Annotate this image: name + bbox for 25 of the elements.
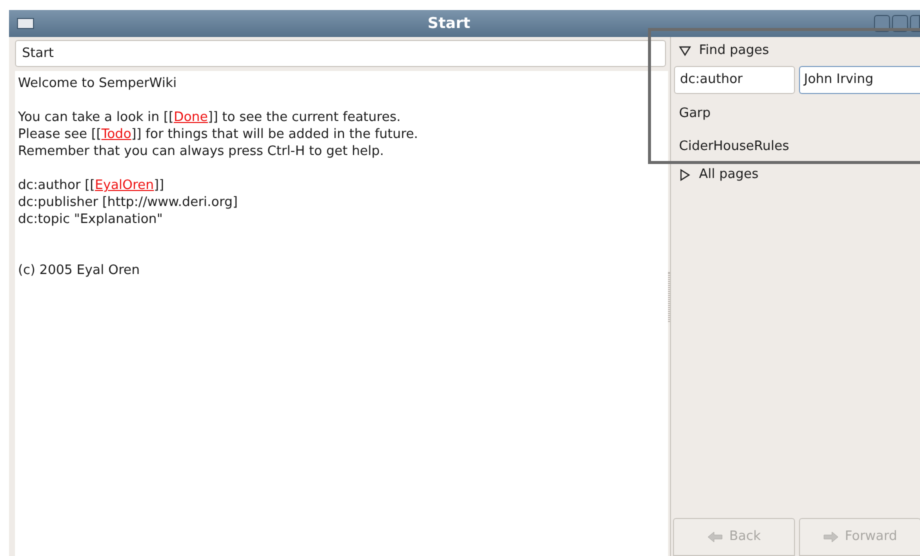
content-line: You can take a look in [[Done]] to see the current features.: [18, 109, 402, 125]
value-input[interactable]: John Irving: [799, 66, 920, 94]
page-editor[interactable]: [15, 71, 668, 556]
left-arrow-icon: [707, 531, 724, 543]
triangle-down-icon: [679, 45, 691, 57]
content-line: dc:publisher [http://www.deri.org]: [18, 194, 239, 210]
content-line: Please see [[Todo]] for things that will be added in the future.: [18, 126, 420, 142]
result-item[interactable]: Garp: [671, 97, 920, 130]
wiki-link[interactable]: Todo: [101, 127, 132, 142]
window-title: Start: [426, 13, 472, 34]
result-item[interactable]: CiderHouseRules: [671, 130, 920, 163]
page-title-input[interactable]: Start: [15, 40, 666, 67]
field-input[interactable]: dc:author: [674, 66, 795, 94]
wiki-link[interactable]: Done: [174, 110, 208, 125]
content-line: dc:author [[EyalOren]]: [18, 177, 166, 193]
content-line: Welcome to SemperWiki: [18, 75, 178, 91]
section-toggle[interactable]: All pages: [671, 163, 920, 187]
right-arrow-icon: [822, 531, 839, 543]
content-line: (c) 2005 Eyal Oren: [18, 262, 141, 278]
content-line: Remember that you can always press Ctrl-H to get help.: [18, 143, 385, 159]
section-toggle[interactable]: Find pages: [671, 39, 920, 63]
wiki-link[interactable]: EyalOren: [94, 178, 154, 193]
window-menu-icon[interactable]: [17, 18, 34, 29]
triangle-right-icon: [679, 169, 691, 181]
content-line: dc:topic "Explanation": [18, 211, 164, 227]
